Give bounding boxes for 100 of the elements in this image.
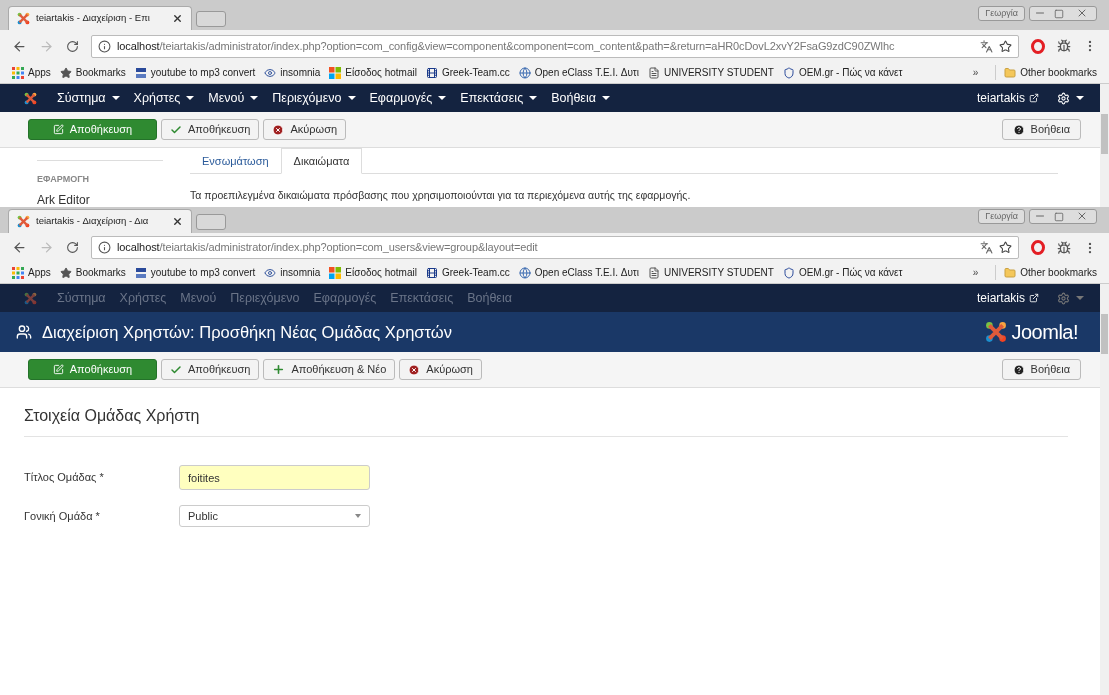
other-bookmarks[interactable]: Other bookmarks (995, 265, 1097, 280)
save-button[interactable]: Αποθήκευση (161, 119, 260, 140)
bookmark[interactable]: Apps (12, 265, 51, 280)
menu-item[interactable]: Εφαρμογές (369, 88, 447, 108)
close-icon[interactable] (172, 13, 183, 24)
bookmark[interactable]: Greek-Team.cc (425, 65, 510, 80)
bookmark[interactable]: Apps (12, 65, 51, 80)
bookmark[interactable]: Open eClass T.E.I. Δυτι (518, 265, 640, 280)
opera-icon[interactable] (1031, 38, 1045, 54)
translate-icon[interactable] (980, 39, 993, 53)
menu-item[interactable]: Χρήστες (133, 88, 195, 108)
folder-icon (1004, 66, 1017, 79)
sidebar-item[interactable]: Ark Editor (37, 190, 190, 207)
caret-icon (186, 96, 195, 100)
section-title: Στοιχεία Ομάδας Χρήστη (24, 407, 200, 424)
page-icon (648, 266, 661, 279)
joomla-wordmark: Joomla! (1011, 320, 1078, 345)
help-button[interactable]: Βοήθεια (1001, 119, 1081, 140)
browser-tab[interactable]: teiartakis - Διαχείριση - Δια (8, 209, 192, 233)
scrollbar[interactable] (1100, 84, 1109, 207)
bookmark[interactable]: youtube to mp3 convert (134, 265, 256, 280)
info-icon (98, 39, 111, 53)
more-bookmarks-button[interactable]: » (972, 265, 979, 280)
field-label: Τίτλος Ομάδας * (24, 470, 105, 486)
bookmark[interactable]: OEM.gr - Πώς να κάνετ (782, 265, 903, 280)
plus-icon (272, 363, 286, 376)
profile-button[interactable]: Γεωργία (978, 209, 1025, 224)
bookmark[interactable]: UNIVERSITY STUDENT (648, 65, 774, 80)
save-button[interactable]: Αποθήκευση (28, 119, 157, 140)
user-link[interactable]: teiartakis (976, 89, 1039, 107)
save-button[interactable]: Αποθήκευση (161, 359, 260, 380)
bookmark[interactable]: insomnia (264, 265, 321, 280)
globe-icon (518, 66, 531, 79)
bookmark[interactable]: Είσοδος hotmail (329, 265, 417, 280)
url-text: localhost/teiartakis/administrator/index.php?option=com_config&view=component&component=com_content&path=&return=aHR0cDovL2xvY2FsaG9zdC90ZWlhc (117, 38, 896, 54)
external-link-icon (1029, 293, 1039, 303)
bookmark[interactable]: UNIVERSITY STUDENT (648, 265, 774, 280)
save-new-button[interactable]: Αποθήκευση & Νέο (263, 359, 396, 380)
caret-icon (347, 96, 356, 100)
windows-logo-icon (329, 66, 342, 79)
check-icon (170, 363, 182, 376)
star-icon (59, 66, 72, 79)
joomla-logo-icon (17, 12, 30, 25)
bookmark[interactable]: Είσοδος hotmail (329, 65, 417, 80)
menu-item[interactable]: Μενού (208, 88, 259, 108)
cancel-button[interactable]: Ακύρωση (399, 359, 482, 380)
help-icon (1012, 363, 1025, 376)
bookmark[interactable]: insomnia (264, 65, 321, 80)
url-text: localhost/teiartakis/administrator/index.php?option=com_users&view=group&layout=edit (117, 240, 539, 256)
bug-icon[interactable] (1057, 240, 1071, 255)
menu-item[interactable]: Περιεχόμενο (272, 88, 356, 108)
site-favicon-icon (134, 266, 147, 279)
bookmark[interactable]: youtube to mp3 convert (134, 65, 256, 80)
address-bar[interactable]: localhost/teiartakis/administrator/index.php?option=com_config&view=component&component=com_content&path=&return=aHR0cDovL2xvY2FsaG9zdC90ZWlhc (91, 34, 1019, 58)
profile-button[interactable]: Γεωργία (978, 6, 1025, 21)
help-button[interactable]: Βοήθεια (1001, 359, 1081, 380)
menu-item[interactable]: Βοήθεια (551, 88, 610, 108)
globe-icon (518, 266, 531, 279)
joomla-logo-icon (17, 215, 30, 228)
reload-icon[interactable] (66, 39, 79, 53)
save-button[interactable]: Αποθήκευση (28, 359, 157, 380)
bookmark[interactable]: Greek-Team.cc (425, 265, 510, 280)
text-field[interactable]: foitites (179, 465, 370, 490)
translate-icon[interactable] (980, 241, 993, 254)
apps-grid-icon (12, 266, 24, 279)
address-bar[interactable]: localhost/teiartakis/administrator/index.php?option=com_users&view=group&layout=edit (91, 236, 1019, 259)
tab[interactable]: Ενσωμάτωση (190, 148, 281, 174)
cancel-button[interactable]: Ακύρωση (263, 119, 347, 140)
opera-icon[interactable] (1031, 240, 1045, 255)
apps-grid-icon (12, 66, 24, 79)
menu-item[interactable]: Σύστημα (57, 88, 120, 108)
tab-title: teiartakis - Διαχείριση - Επι (36, 11, 151, 26)
film-icon (425, 266, 438, 279)
bookmark[interactable]: Bookmarks (59, 65, 126, 80)
select-field[interactable]: Public (179, 505, 370, 527)
scrollbar[interactable] (1100, 284, 1109, 695)
tab[interactable]: Δικαιώματα (280, 148, 363, 174)
help-icon (1012, 123, 1025, 136)
bookmark[interactable]: OEM.gr - Πώς να κάνετ (782, 65, 903, 80)
film-icon (425, 66, 438, 79)
caret-icon (438, 96, 447, 100)
more-bookmarks-button[interactable]: » (972, 65, 979, 80)
user-link[interactable]: teiartakis (976, 289, 1039, 307)
back-icon[interactable] (12, 240, 27, 255)
other-bookmarks[interactable]: Other bookmarks (995, 65, 1097, 80)
bookmark[interactable]: Open eClass T.E.I. Δυτι (518, 65, 640, 80)
users-icon (16, 324, 32, 340)
star-icon[interactable] (999, 241, 1012, 254)
star-icon[interactable] (999, 39, 1012, 53)
joomla-logo-icon (24, 91, 37, 105)
edit-icon (52, 124, 64, 135)
close-icon[interactable] (172, 216, 183, 227)
bug-icon[interactable] (1057, 39, 1071, 53)
browser-tab[interactable]: teiartakis - Διαχείριση - Επι (8, 6, 192, 30)
eyes-icon (264, 66, 277, 79)
shield-icon (782, 66, 795, 79)
bookmark[interactable]: Bookmarks (59, 265, 126, 280)
reload-icon[interactable] (66, 241, 79, 254)
menu-item[interactable]: Επεκτάσεις (460, 88, 538, 108)
back-icon[interactable] (12, 38, 27, 54)
